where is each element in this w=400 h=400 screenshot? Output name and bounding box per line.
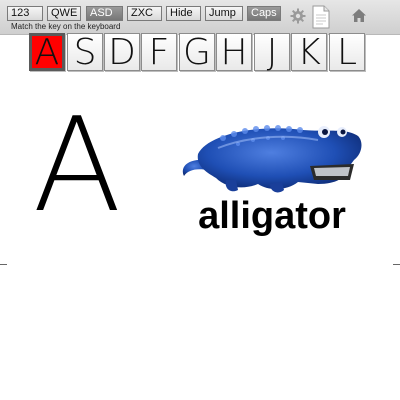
key-f[interactable]: F: [141, 33, 177, 72]
document-icon[interactable]: [312, 5, 330, 34]
key-s[interactable]: S: [67, 33, 103, 72]
alligator-image: [178, 118, 368, 201]
key-h[interactable]: H: [216, 33, 252, 72]
mode-123-button[interactable]: 123: [7, 6, 43, 21]
key-d[interactable]: D: [104, 33, 140, 72]
instruction-hint: Match the key on the keyboard: [11, 22, 121, 31]
key-j[interactable]: J: [254, 33, 290, 72]
jump-button[interactable]: Jump: [205, 6, 243, 21]
mode-asd-button[interactable]: ASD: [86, 6, 123, 21]
gear-icon[interactable]: [290, 8, 306, 29]
key-a[interactable]: A: [29, 33, 65, 71]
left-edge-tick: [0, 264, 7, 265]
target-letter: A: [32, 89, 122, 241]
key-k[interactable]: K: [291, 33, 327, 72]
target-word: alligator: [198, 195, 346, 237]
mode-zxc-button[interactable]: ZXC: [127, 6, 162, 21]
hide-button[interactable]: Hide: [166, 6, 201, 21]
key-g[interactable]: G: [179, 33, 215, 72]
caps-button[interactable]: Caps: [247, 6, 281, 21]
mode-qwe-button[interactable]: QWE: [47, 6, 81, 21]
toolbar: 123 QWE ASD ZXC Hide Jump Caps Match the…: [0, 0, 400, 35]
key-l[interactable]: L: [329, 33, 365, 72]
home-icon[interactable]: [351, 8, 367, 28]
right-edge-tick: [393, 264, 400, 265]
keyboard-row: A S D F G H J K L: [27, 33, 374, 75]
